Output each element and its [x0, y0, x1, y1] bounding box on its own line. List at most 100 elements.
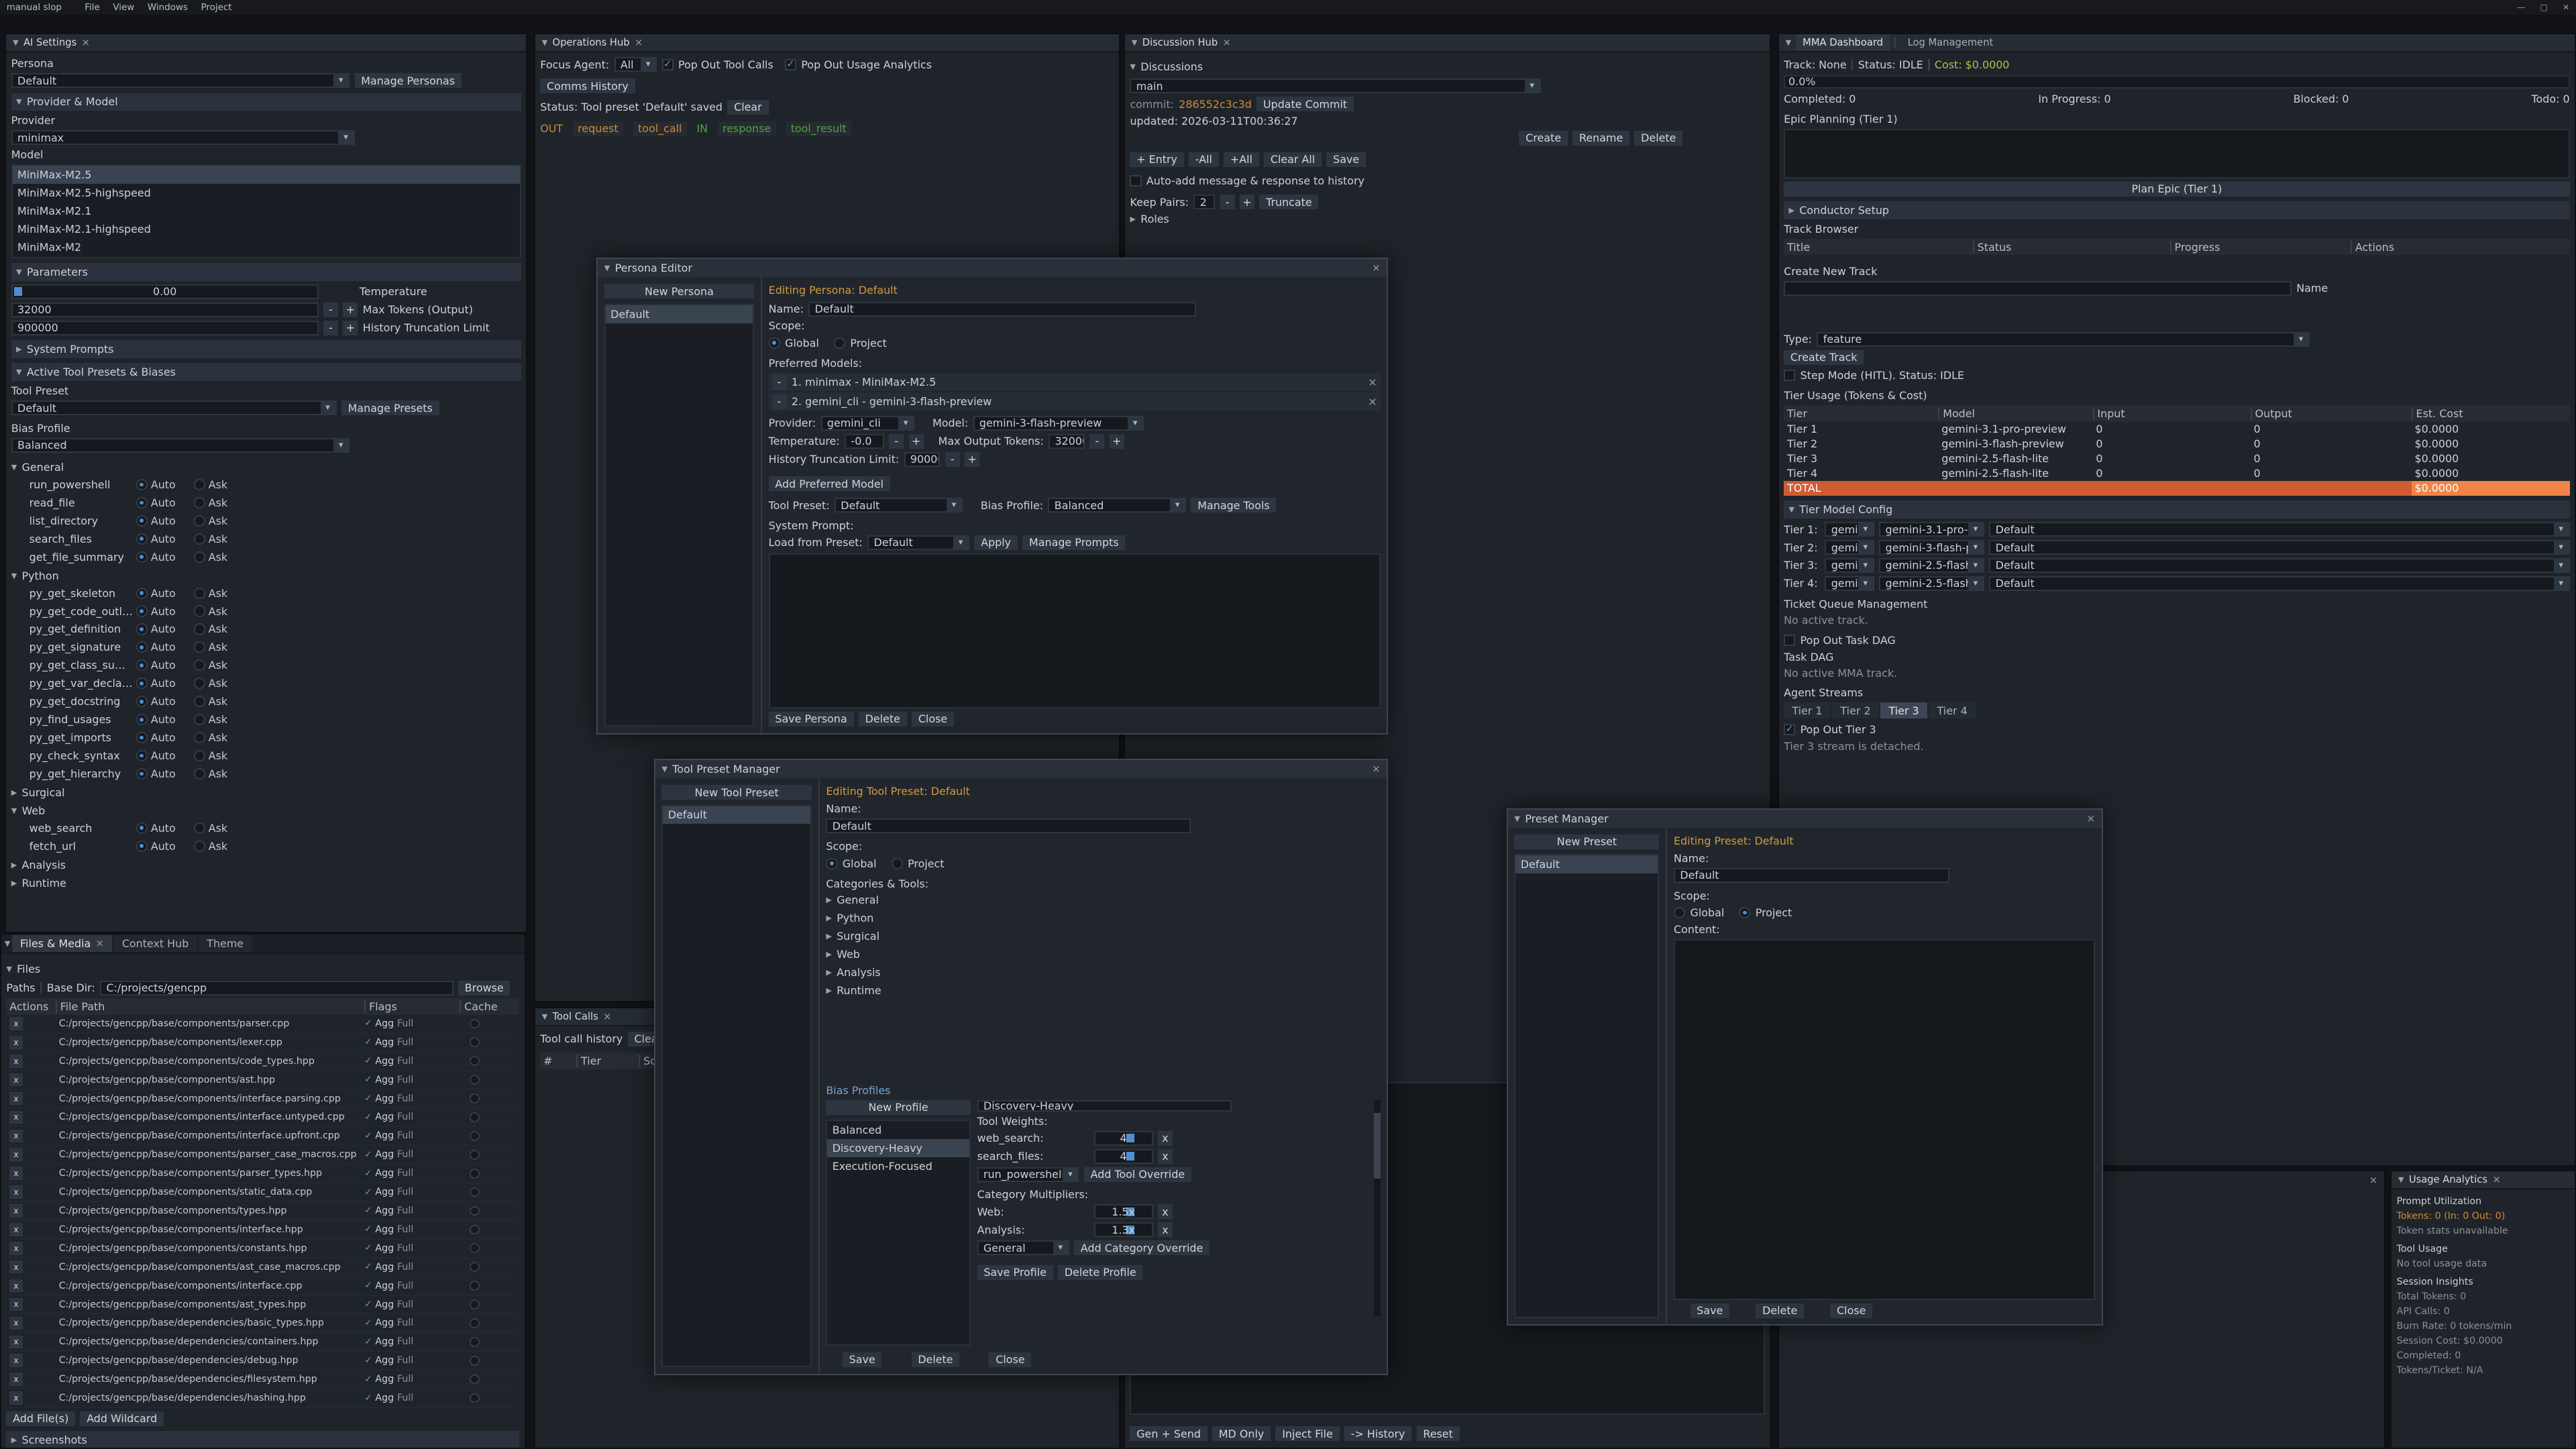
- tier-model-select[interactable]: gemini-2.5-flash-lite▼: [1879, 576, 1984, 591]
- collapse-arrow-icon[interactable]: ▼: [542, 1012, 547, 1021]
- tier-provider-select[interactable]: gemini▼: [1825, 522, 1874, 537]
- full-flag[interactable]: Full: [397, 1056, 413, 1067]
- agg-flag[interactable]: Agg: [375, 1393, 394, 1403]
- add-tool-override-button[interactable]: Add Tool Override: [1084, 1167, 1191, 1182]
- collapse-arrow-icon[interactable]: ▶: [1788, 206, 1794, 215]
- scope-project-radio[interactable]: [892, 858, 903, 869]
- decrement-button[interactable]: -: [1089, 434, 1104, 449]
- auto-radio[interactable]: [136, 497, 148, 508]
- menu-file[interactable]: File: [85, 3, 100, 13]
- full-flag[interactable]: Full: [397, 1281, 413, 1291]
- cache-toggle[interactable]: [470, 1093, 480, 1104]
- column-header[interactable]: Sc: [639, 1055, 655, 1067]
- scope-global-radio[interactable]: [769, 337, 780, 349]
- usage-analytics-header[interactable]: ▼ Usage Analytics ×: [2392, 1171, 2575, 1189]
- column-header[interactable]: Status: [1973, 241, 2170, 254]
- tree-arrow-icon[interactable]: ▶: [826, 986, 831, 995]
- manage-personas-button[interactable]: Manage Personas: [355, 73, 462, 88]
- close-icon[interactable]: ×: [2492, 1174, 2500, 1185]
- auto-radio[interactable]: [136, 479, 148, 490]
- tree-arrow-icon[interactable]: ▶: [826, 950, 831, 959]
- agg-flag[interactable]: Agg: [375, 1299, 394, 1310]
- cache-toggle[interactable]: [470, 1187, 480, 1197]
- column-header[interactable]: Progress: [2170, 241, 2351, 254]
- tier-persona-select[interactable]: Default▼: [1989, 576, 2569, 591]
- delete-preset-button[interactable]: Delete: [1756, 1303, 1804, 1318]
- tool-group-python[interactable]: ▼Python: [11, 568, 521, 584]
- delete-persona-button[interactable]: Delete: [859, 712, 907, 727]
- remove-file-button[interactable]: x: [9, 1260, 23, 1274]
- preferred-model-row[interactable]: -1. minimax - MiniMax-M2.5×: [769, 373, 1381, 391]
- remove-file-button[interactable]: x: [9, 1055, 23, 1068]
- save-discussion-button[interactable]: Save: [1326, 152, 1366, 167]
- full-flag[interactable]: Full: [397, 1299, 413, 1310]
- active-tool-presets-section-header[interactable]: ▼ Active Tool Presets & Biases: [11, 363, 521, 381]
- agg-flag[interactable]: Agg: [375, 1093, 394, 1104]
- tree-arrow-icon[interactable]: ▶: [826, 932, 831, 941]
- ask-radio[interactable]: [194, 696, 205, 707]
- create-track-button[interactable]: Create Track: [1784, 350, 1864, 365]
- remove-file-button[interactable]: x: [9, 1391, 23, 1405]
- full-flag[interactable]: Full: [397, 1037, 413, 1048]
- manage-prompts-button[interactable]: Manage Prompts: [1022, 535, 1125, 550]
- stream-tab-tier-1[interactable]: Tier 1: [1784, 702, 1831, 718]
- full-flag[interactable]: Full: [397, 1018, 413, 1029]
- ask-radio[interactable]: [194, 641, 205, 653]
- full-flag[interactable]: Full: [397, 1112, 413, 1122]
- tier-provider-select[interactable]: gemini▼: [1825, 576, 1874, 591]
- agg-flag[interactable]: Agg: [375, 1112, 394, 1122]
- provider-select[interactable]: gemini_cli ▼: [821, 416, 915, 431]
- scrollbar-thumb[interactable]: [1374, 1113, 1381, 1179]
- ask-radio[interactable]: [194, 732, 205, 743]
- remove-file-button[interactable]: x: [9, 1148, 23, 1161]
- auto-radio[interactable]: [136, 659, 148, 671]
- remove-file-button[interactable]: x: [9, 1354, 23, 1367]
- preset-content-input[interactable]: [1674, 939, 2095, 1299]
- tree-arrow-icon[interactable]: ▶: [826, 914, 831, 922]
- tree-arrow-icon[interactable]: ▶: [826, 968, 831, 977]
- cache-toggle[interactable]: [470, 1037, 480, 1047]
- stream-tab-tier-3[interactable]: Tier 3: [1880, 702, 1927, 718]
- auto-radio[interactable]: [136, 623, 148, 635]
- remove-file-button[interactable]: x: [9, 1092, 23, 1106]
- temperature-input[interactable]: -0.0: [845, 434, 884, 449]
- scope-project-radio[interactable]: [834, 337, 845, 349]
- maximize-button[interactable]: ▢: [2540, 3, 2548, 12]
- agg-flag[interactable]: Agg: [375, 1130, 394, 1141]
- ask-radio[interactable]: [194, 588, 205, 599]
- persona-select[interactable]: Default ▼: [11, 73, 350, 88]
- history-limit-input[interactable]: 900000: [11, 321, 319, 335]
- discussions-tree-node[interactable]: ▼ Discussions: [1130, 59, 1764, 75]
- load-preset-select[interactable]: Default ▼: [867, 535, 969, 550]
- system-prompts-section-header[interactable]: ▶ System Prompts: [11, 340, 521, 358]
- column-header[interactable]: Actions: [2351, 241, 2570, 254]
- agg-flag[interactable]: Agg: [375, 1205, 394, 1216]
- ask-radio[interactable]: [194, 768, 205, 780]
- full-flag[interactable]: Full: [397, 1149, 413, 1160]
- increment-button[interactable]: +: [909, 434, 924, 449]
- minimize-button[interactable]: —: [2517, 3, 2525, 12]
- tool-group-web[interactable]: ▼Web: [11, 802, 521, 818]
- preset-list[interactable]: Default: [1514, 854, 1659, 1318]
- scope-project-radio[interactable]: [1739, 907, 1750, 918]
- ask-radio[interactable]: [194, 841, 205, 852]
- close-icon[interactable]: ×: [1372, 262, 1380, 274]
- provider-model-section-header[interactable]: ▼ Provider & Model: [11, 93, 521, 111]
- category-node-web[interactable]: ▶Web: [826, 946, 1380, 962]
- keep-pairs-input[interactable]: 2: [1193, 195, 1215, 209]
- decrement-button[interactable]: -: [323, 321, 338, 335]
- agg-flag[interactable]: Agg: [375, 1056, 394, 1067]
- auto-radio[interactable]: [136, 605, 148, 616]
- save-persona-button[interactable]: Save Persona: [769, 712, 854, 727]
- close-dialog-button[interactable]: Close: [912, 712, 954, 727]
- column-header[interactable]: Title: [1784, 241, 1973, 254]
- agg-flag[interactable]: Agg: [375, 1149, 394, 1160]
- tree-arrow-icon[interactable]: ▼: [11, 572, 17, 580]
- tab-context-hub[interactable]: Context Hub: [114, 935, 197, 951]
- clear-all-button[interactable]: Clear All: [1264, 152, 1322, 167]
- remove-file-button[interactable]: x: [9, 1073, 23, 1087]
- remove-file-button[interactable]: x: [9, 1373, 23, 1386]
- cache-toggle[interactable]: [470, 1375, 480, 1385]
- agg-flag[interactable]: Agg: [375, 1374, 394, 1385]
- pop-out-tier3-checkbox[interactable]: [1784, 724, 1795, 735]
